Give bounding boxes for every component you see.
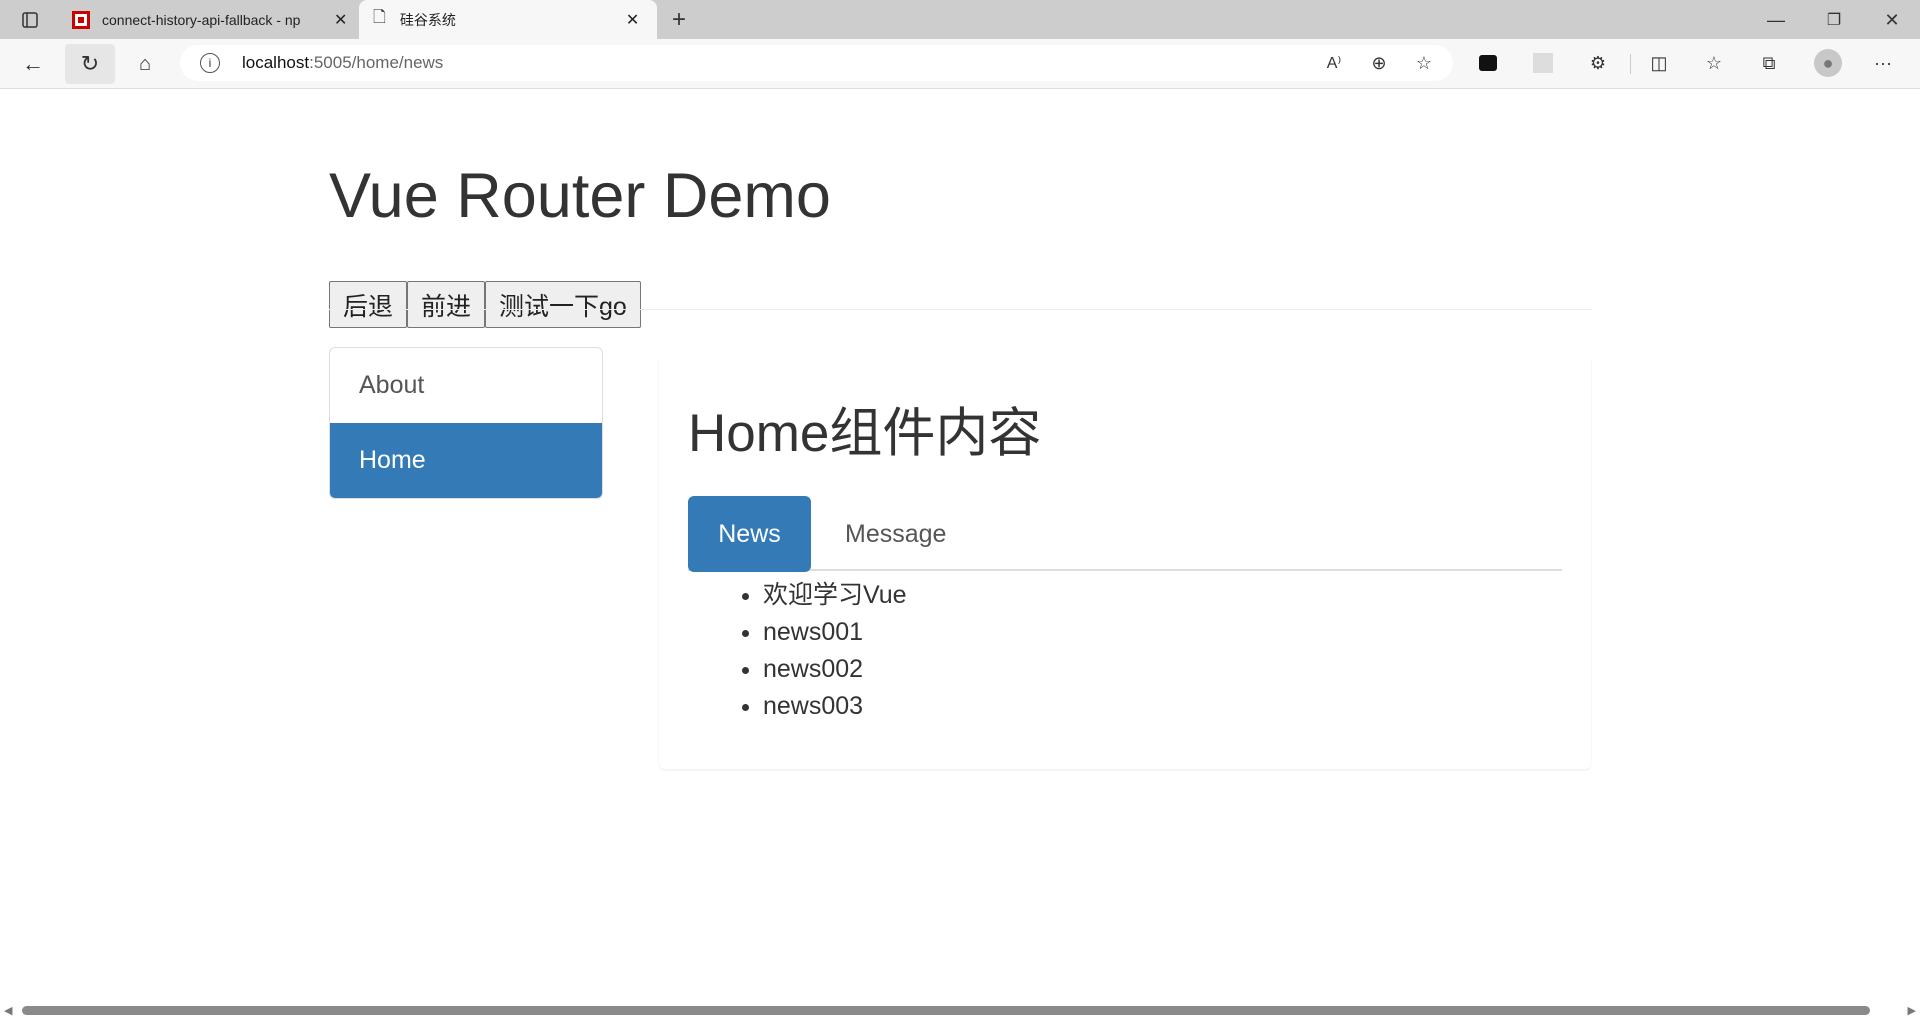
new-tab-icon[interactable]: + bbox=[665, 6, 693, 34]
zoom-icon[interactable]: ⊕ bbox=[1368, 52, 1390, 74]
npm-icon bbox=[72, 10, 90, 29]
info-icon[interactable]: i bbox=[200, 53, 220, 73]
close-tab-icon[interactable]: ✕ bbox=[626, 10, 639, 30]
extensions-icon[interactable]: ⚙ bbox=[1587, 52, 1609, 74]
add-favorite-icon[interactable]: ☆ bbox=[1413, 52, 1435, 74]
tab-active[interactable]: 🗋 硅谷系统 ✕ bbox=[359, 0, 657, 39]
list-item: news003 bbox=[763, 688, 907, 725]
page-content: Vue Router Demo 后退 前进 测试一下go About Home … bbox=[0, 89, 1920, 1020]
url-text[interactable]: localhost:5005/home/news bbox=[242, 53, 443, 73]
home-icon[interactable]: ⌂ bbox=[132, 51, 158, 77]
sidebar-item-about[interactable]: About bbox=[330, 348, 602, 423]
back-button[interactable]: 后退 bbox=[329, 281, 408, 328]
divider bbox=[1630, 54, 1631, 74]
page-icon: 🗋 bbox=[373, 9, 386, 26]
scroll-right-icon[interactable]: ▶ bbox=[1908, 1004, 1916, 1017]
home-title: Home组件内容 bbox=[688, 404, 1042, 463]
list-item: news002 bbox=[763, 651, 907, 688]
split-screen-icon[interactable]: ◫ bbox=[1648, 52, 1670, 74]
reload-icon[interactable]: ↻ bbox=[65, 44, 115, 84]
extension-icon-2[interactable] bbox=[1532, 52, 1554, 74]
restore-icon[interactable]: ❐ bbox=[1822, 8, 1846, 32]
more-icon[interactable]: ··· bbox=[1872, 52, 1894, 74]
divider bbox=[329, 309, 1592, 310]
extension-icon[interactable] bbox=[1477, 52, 1499, 74]
page-title: Vue Router Demo bbox=[329, 161, 831, 231]
sub-nav-tabs: News Message bbox=[688, 496, 1562, 572]
collections-icon[interactable]: ⧉ bbox=[1758, 52, 1780, 74]
minimize-icon[interactable]: — bbox=[1764, 8, 1788, 32]
horizontal-scrollbar[interactable]: ◀ ▶ bbox=[0, 1003, 1920, 1020]
close-window-icon[interactable]: ✕ bbox=[1880, 8, 1904, 32]
browser-toolbar: ← ↻ ⌂ i localhost:5005/home/news A⁾ ⊕ ☆ … bbox=[0, 39, 1920, 89]
home-panel: Home组件内容 News Message 欢迎学习Vue news001 ne… bbox=[659, 355, 1591, 769]
news-list: 欢迎学习Vue news001 news002 news003 bbox=[763, 577, 907, 725]
sidebar-nav: About Home bbox=[329, 347, 603, 499]
close-tab-icon[interactable]: ✕ bbox=[334, 10, 347, 30]
forward-button[interactable]: 前进 bbox=[407, 281, 486, 328]
list-item: 欢迎学习Vue bbox=[763, 577, 907, 614]
tab-npm[interactable]: connect-history-api-fallback - np ✕ bbox=[62, 0, 358, 39]
favorites-icon[interactable]: ☆ bbox=[1703, 52, 1725, 74]
history-buttons: 后退 前进 测试一下go bbox=[329, 281, 641, 328]
back-icon[interactable]: ← bbox=[20, 51, 46, 77]
read-aloud-icon[interactable]: A⁾ bbox=[1323, 52, 1345, 74]
tab-message[interactable]: Message bbox=[845, 496, 946, 572]
list-item: news001 bbox=[763, 614, 907, 651]
tab-bar: connect-history-api-fallback - np ✕ 🗋 硅谷… bbox=[0, 0, 1920, 39]
tab-title: connect-history-api-fallback - np bbox=[102, 11, 301, 28]
scroll-left-icon[interactable]: ◀ bbox=[4, 1004, 12, 1017]
tab-actions-icon[interactable] bbox=[18, 9, 42, 31]
tab-news[interactable]: News bbox=[688, 496, 811, 572]
sidebar-item-home[interactable]: Home bbox=[330, 423, 602, 498]
address-bar[interactable]: i localhost:5005/home/news A⁾ ⊕ ☆ bbox=[180, 45, 1453, 81]
tab-title: 硅谷系统 bbox=[399, 11, 456, 28]
scrollbar-thumb[interactable] bbox=[22, 1006, 1870, 1015]
profile-avatar-icon[interactable]: ● bbox=[1814, 49, 1842, 77]
go-test-button[interactable]: 测试一下go bbox=[485, 281, 641, 328]
